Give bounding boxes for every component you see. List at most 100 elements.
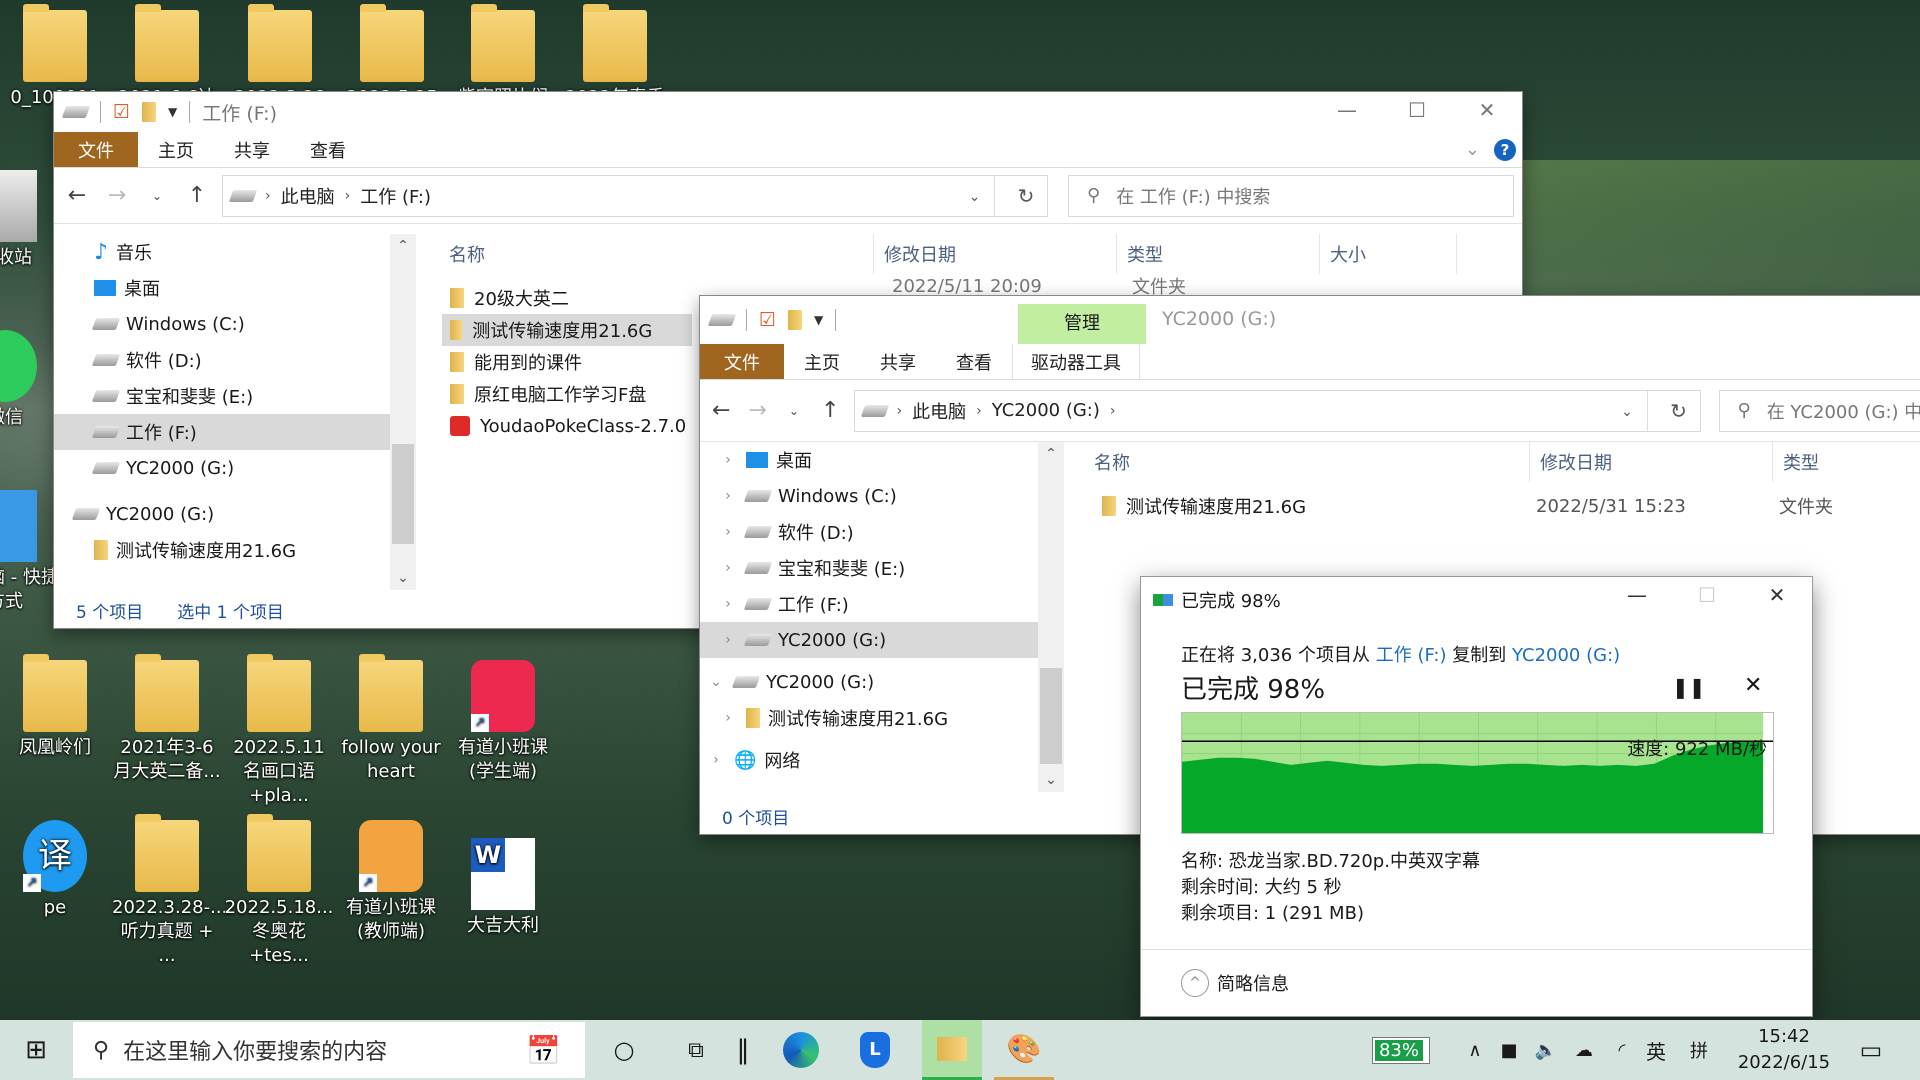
- desktop-icon[interactable]: ↗ 微信: [0, 330, 60, 430]
- tab-home[interactable]: 主页: [784, 344, 860, 379]
- chevron-right-icon[interactable]: ›: [718, 524, 738, 540]
- breadcrumb-drive[interactable]: YC2000 (G:): [992, 400, 1100, 421]
- qat-dropdown-icon[interactable]: ▼: [814, 313, 823, 327]
- nav-tree-item[interactable]: ♪ 音乐: [54, 234, 390, 270]
- forward-button[interactable]: →: [102, 183, 132, 208]
- nav-tree-item[interactable]: YC2000 (G:): [54, 496, 390, 532]
- expand-ribbon-icon[interactable]: ⌄: [1465, 139, 1480, 160]
- pause-button[interactable]: ❚❚: [1672, 675, 1706, 699]
- col-name[interactable]: 名称: [439, 234, 874, 274]
- minimize-button[interactable]: —: [1602, 583, 1672, 607]
- notification-center-button[interactable]: ▭: [1848, 1020, 1894, 1080]
- up-button[interactable]: ↑: [182, 183, 212, 208]
- recent-locations-button[interactable]: ⌄: [142, 189, 172, 203]
- file-row[interactable]: 测试传输速度用21.6G 2022/5/31 15:23 文件夹: [1094, 490, 1914, 522]
- nav-tree-item[interactable]: › 桌面: [700, 442, 1038, 478]
- col-date[interactable]: 修改日期: [1530, 442, 1773, 482]
- nav-tree-item[interactable]: › 软件 (D:): [700, 514, 1038, 550]
- col-name[interactable]: 名称: [1084, 442, 1530, 482]
- forward-button[interactable]: →: [744, 398, 770, 423]
- nav-tree-item[interactable]: 宝宝和斐斐 (E:): [54, 378, 390, 414]
- tab-view[interactable]: 查看: [936, 344, 1012, 379]
- nav-tree-item[interactable]: › Windows (C:): [700, 478, 1038, 514]
- desktop-icon[interactable]: follow your heart: [336, 654, 446, 784]
- tab-home[interactable]: 主页: [138, 132, 214, 167]
- breadcrumb-this-pc[interactable]: 此电脑: [281, 183, 335, 209]
- properties-icon[interactable]: ☑: [759, 309, 776, 331]
- refresh-button[interactable]: ↻: [1658, 399, 1700, 423]
- nav-tree-item[interactable]: › YC2000 (G:): [700, 622, 1038, 658]
- properties-icon[interactable]: ☑: [113, 101, 130, 123]
- desktop-icon[interactable]: W 大吉大利: [448, 820, 558, 938]
- nav-tree-item[interactable]: 工作 (F:): [54, 414, 390, 450]
- desktop-icon[interactable]: 2021年3-6月大英二备...: [112, 654, 222, 784]
- nav-tree-item[interactable]: › 工作 (F:): [700, 586, 1038, 622]
- nav-scrollbar[interactable]: ⌃ ⌄: [1038, 442, 1064, 792]
- search-input[interactable]: ⚲ 在 工作 (F:) 中搜索: [1068, 174, 1514, 217]
- desktop-icon[interactable]: 2022.3.28-...听力真题 + ...: [112, 814, 227, 968]
- col-size[interactable]: 大小: [1320, 234, 1457, 274]
- desktop-icon[interactable]: 凤凰岭们: [0, 654, 110, 760]
- battery-indicator[interactable]: 83%: [1368, 1020, 1434, 1080]
- show-hidden-icons[interactable]: ∧: [1462, 1020, 1488, 1080]
- desktop-icon[interactable]: 译 ↗ pe: [0, 820, 110, 920]
- chevron-right-icon[interactable]: ›: [718, 596, 738, 612]
- nav-scrollbar[interactable]: ⌃ ⌄: [390, 234, 416, 590]
- nav-tree-item[interactable]: ⌄ YC2000 (G:): [700, 664, 1038, 700]
- tab-file[interactable]: 文件: [700, 344, 784, 379]
- desktop-icon[interactable]: ↗ 有道小班课(教师端): [336, 820, 446, 944]
- cancel-copy-button[interactable]: ✕: [1744, 673, 1762, 698]
- new-folder-icon[interactable]: [142, 102, 157, 122]
- nav-tree-item[interactable]: › 测试传输速度用21.6G: [700, 700, 1038, 736]
- refresh-button[interactable]: ↻: [1005, 184, 1047, 208]
- edge-icon[interactable]: [776, 1020, 826, 1080]
- desktop-icon[interactable]: 回收站: [0, 170, 60, 270]
- nav-tree-item[interactable]: 测试传输速度用21.6G: [54, 532, 390, 568]
- address-bar[interactable]: › 此电脑 › YC2000 (G:) › ⌄ ↻: [853, 389, 1701, 432]
- col-date[interactable]: 修改日期: [874, 234, 1117, 274]
- chevron-right-icon[interactable]: ›: [706, 752, 726, 768]
- desktop-icon[interactable]: 2022.5.11 名画口语+pla...: [224, 654, 334, 808]
- minimize-button[interactable]: —: [1312, 98, 1382, 122]
- taskbar-search[interactable]: ⚲ 在这里输入你要搜索的内容 📅: [73, 1022, 585, 1078]
- tab-share[interactable]: 共享: [214, 132, 290, 167]
- nav-tree-item[interactable]: Windows (C:): [54, 306, 390, 342]
- col-type[interactable]: 类型: [1117, 234, 1320, 274]
- chevron-right-icon[interactable]: ›: [718, 560, 738, 576]
- breadcrumb-drive[interactable]: 工作 (F:): [360, 183, 431, 209]
- nav-tree-item[interactable]: › 🌐 网络: [700, 742, 1038, 778]
- desktop-icon[interactable]: ↗ 有道小班课(学生端): [448, 660, 558, 784]
- tab-view[interactable]: 查看: [290, 132, 366, 167]
- file-explorer-taskbar-button[interactable]: [922, 1020, 982, 1080]
- clock[interactable]: 15:42 2022/6/15: [1728, 1020, 1840, 1080]
- address-dropdown[interactable]: ⌄: [1608, 390, 1648, 431]
- volume-icon[interactable]: 🔈: [1532, 1020, 1560, 1080]
- search-input[interactable]: ⚲ 在 YC2000 (G:) 中搜索: [1718, 389, 1920, 432]
- up-button[interactable]: ↑: [817, 398, 843, 423]
- start-button[interactable]: ⊞: [14, 1020, 58, 1080]
- close-button[interactable]: ✕: [1452, 98, 1522, 122]
- onedrive-icon[interactable]: ☁: [1570, 1020, 1598, 1080]
- source-link[interactable]: 工作 (F:): [1376, 645, 1447, 666]
- file-row[interactable]: 测试传输速度用21.6G: [442, 314, 692, 346]
- nav-tree-item[interactable]: › 宝宝和斐斐 (E:): [700, 550, 1038, 586]
- device-icon[interactable]: ■: [1496, 1020, 1522, 1080]
- maximize-button[interactable]: ☐: [1382, 98, 1452, 122]
- nav-tree-item[interactable]: YC2000 (G:): [54, 450, 390, 486]
- address-dropdown[interactable]: ⌄: [955, 175, 995, 216]
- close-button[interactable]: ✕: [1742, 583, 1812, 607]
- back-button[interactable]: ←: [62, 183, 92, 208]
- desktop-icon[interactable]: 2022.5.18...冬奥花+tes...: [224, 814, 334, 968]
- context-tab-manage[interactable]: 管理: [1018, 304, 1146, 344]
- cortana-button[interactable]: ○: [600, 1020, 648, 1080]
- chevron-right-icon[interactable]: ›: [718, 488, 738, 504]
- task-view-button[interactable]: ⧉: [672, 1020, 720, 1080]
- back-button[interactable]: ←: [708, 398, 734, 423]
- chevron-right-icon[interactable]: ›: [718, 710, 738, 726]
- desktop-icon[interactable]: ↗ 此电脑 - 快捷方式: [0, 490, 60, 614]
- chevron-right-icon[interactable]: ›: [718, 632, 738, 648]
- paint-taskbar-button[interactable]: 🎨: [994, 1020, 1054, 1080]
- qat-dropdown-icon[interactable]: ▼: [168, 105, 177, 119]
- help-icon[interactable]: ?: [1494, 138, 1516, 161]
- ime-language[interactable]: 英: [1640, 1020, 1672, 1080]
